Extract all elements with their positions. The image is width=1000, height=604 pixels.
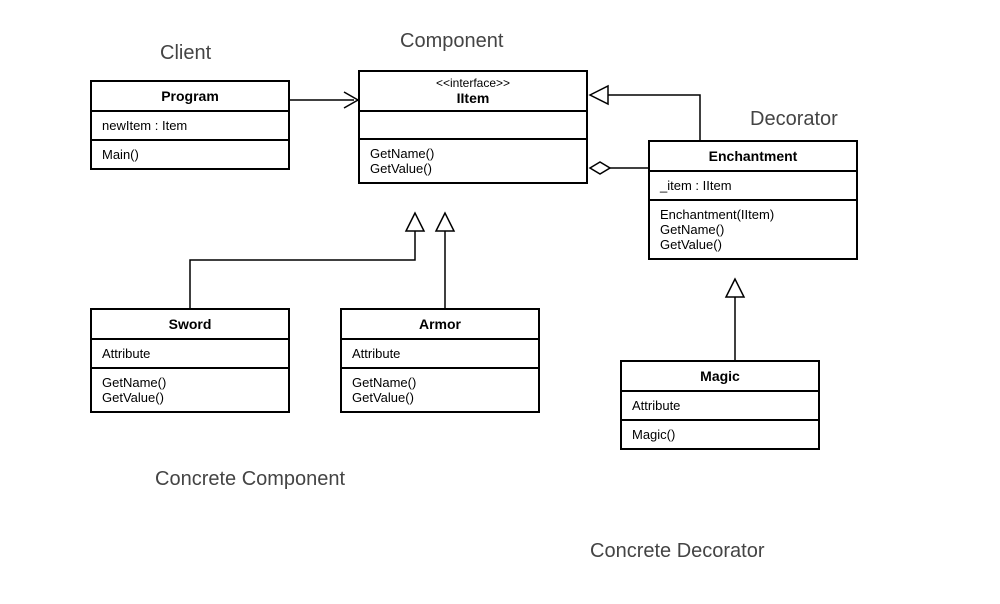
class-magic-ops: Magic()	[622, 421, 818, 448]
gen-arrow-enchantment-iitem	[590, 86, 608, 104]
attr: Attribute	[632, 398, 808, 413]
op: GetValue()	[370, 161, 576, 176]
class-iitem-header: <<interface>> IItem	[360, 72, 586, 112]
label-concrete-component: Concrete Component	[155, 468, 345, 491]
class-armor: Armor Attribute GetName() GetValue()	[340, 308, 540, 413]
class-armor-title: Armor	[342, 310, 538, 340]
attr: newItem : Item	[102, 118, 278, 133]
class-sword-title: Sword	[92, 310, 288, 340]
label-client: Client	[160, 42, 211, 65]
arrow-program-iitem	[344, 92, 358, 108]
op: Enchantment(IItem)	[660, 207, 846, 222]
gen-arrow-magic	[726, 279, 744, 297]
class-sword: Sword Attribute GetName() GetValue()	[90, 308, 290, 413]
class-enchantment-attrs: _item : IItem	[650, 172, 856, 201]
class-sword-attrs: Attribute	[92, 340, 288, 369]
attr: Attribute	[102, 346, 278, 361]
class-program-title: Program	[92, 82, 288, 112]
class-program-ops: Main()	[92, 141, 288, 168]
attr: Attribute	[352, 346, 528, 361]
op: GetValue()	[660, 237, 846, 252]
op: Main()	[102, 147, 278, 162]
op: GetValue()	[352, 390, 528, 405]
label-decorator: Decorator	[750, 108, 838, 131]
class-sword-ops: GetName() GetValue()	[92, 369, 288, 411]
label-concrete-decorator: Concrete Decorator	[590, 540, 765, 563]
gen-arrow-sword	[406, 213, 424, 231]
class-magic: Magic Attribute Magic()	[620, 360, 820, 450]
class-magic-attrs: Attribute	[622, 392, 818, 421]
stereotype: <<interface>>	[370, 76, 576, 90]
class-iitem-title: IItem	[370, 90, 576, 106]
class-magic-title: Magic	[622, 362, 818, 392]
op: Magic()	[632, 427, 808, 442]
uml-diagram: Client Component Decorator Concrete Comp…	[0, 0, 1000, 604]
op: GetName()	[102, 375, 278, 390]
gen-sword-iitem	[190, 228, 415, 308]
label-component: Component	[400, 30, 503, 53]
class-iitem: <<interface>> IItem GetName() GetValue()	[358, 70, 588, 184]
class-iitem-attrs	[360, 112, 586, 140]
gen-arrow-armor	[436, 213, 454, 231]
gen-enchantment-iitem	[605, 95, 700, 140]
class-program-attrs: newItem : Item	[92, 112, 288, 141]
class-iitem-ops: GetName() GetValue()	[360, 140, 586, 182]
class-enchantment-ops: Enchantment(IItem) GetName() GetValue()	[650, 201, 856, 258]
op: GetName()	[660, 222, 846, 237]
class-enchantment: Enchantment _item : IItem Enchantment(II…	[648, 140, 858, 260]
agg-diamond	[590, 162, 610, 174]
class-armor-ops: GetName() GetValue()	[342, 369, 538, 411]
op: GetValue()	[102, 390, 278, 405]
op: GetName()	[370, 146, 576, 161]
class-program: Program newItem : Item Main()	[90, 80, 290, 170]
class-armor-attrs: Attribute	[342, 340, 538, 369]
class-enchantment-title: Enchantment	[650, 142, 856, 172]
op: GetName()	[352, 375, 528, 390]
attr: _item : IItem	[660, 178, 846, 193]
